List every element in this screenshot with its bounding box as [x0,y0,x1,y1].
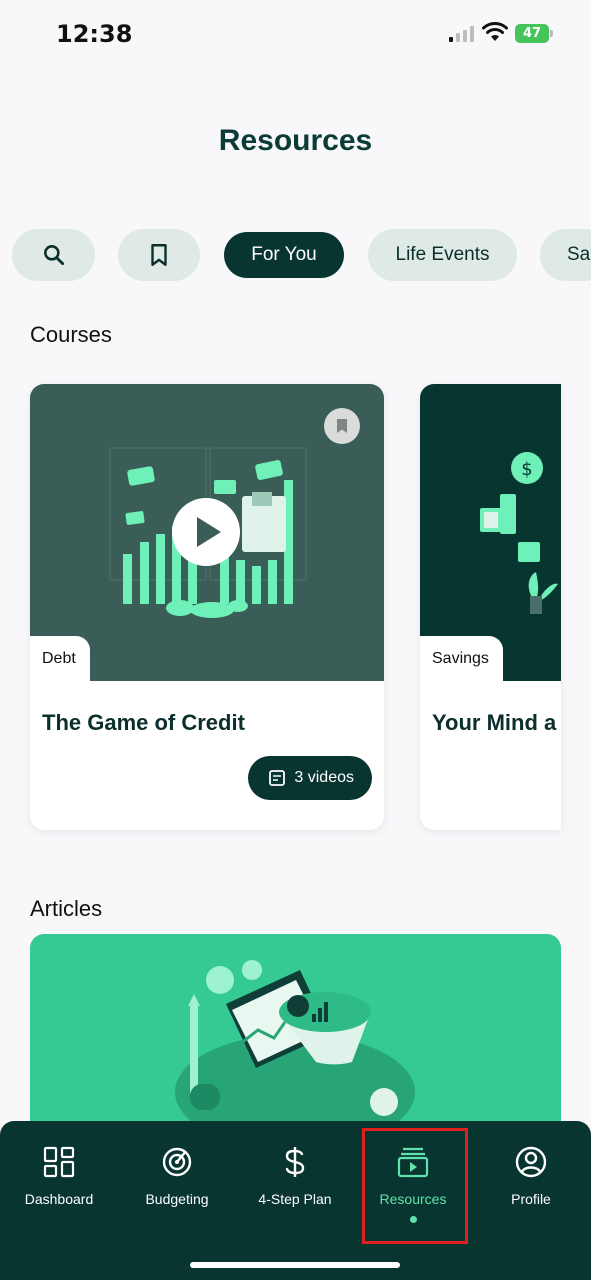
budgeting-icon [162,1147,192,1177]
course-tag: Savings [420,636,503,682]
article-illustration [175,960,415,1134]
course-title: The Game of Credit [42,710,245,735]
nav-label: 4-Step Plan [258,1191,332,1207]
bottom-navigation: Dashboard Budgeting 4-Step Plan Resource… [0,1121,591,1280]
bookmark-icon [151,244,167,266]
chip-savings[interactable]: Sa [540,229,591,281]
video-count-label: 3 videos [294,769,354,786]
chip-for-you[interactable]: For You [224,232,344,278]
document-icon [269,770,286,786]
search-icon [43,245,64,266]
nav-profile[interactable]: Profile [472,1121,590,1241]
status-time: 12:38 [56,20,133,48]
battery-level: 47 [515,24,549,43]
battery-icon: 47 [515,24,553,43]
dollar-icon [285,1147,305,1177]
cellular-signal-icon [449,26,474,42]
courses-heading: Courses [30,322,112,347]
page-title: Resources [218,124,373,157]
course-card[interactable]: Debt The Game of Credit 3 videos [30,384,384,830]
svg-text:$: $ [521,459,532,480]
nav-label: Budgeting [145,1191,209,1207]
articles-heading: Articles [30,896,103,921]
course-card[interactable]: $ Savings Your Mind a [420,384,561,830]
search-button[interactable] [12,229,95,281]
course-tag: Debt [30,636,90,682]
nav-dashboard[interactable]: Dashboard [0,1121,118,1241]
nav-budgeting[interactable]: Budgeting [118,1121,236,1241]
course-title: Your Mind a [432,710,557,735]
saved-button[interactable] [118,229,200,281]
video-count-badge: 3 videos [248,756,372,800]
status-bar: 12:38 47 [0,0,591,70]
wifi-icon [482,22,508,41]
home-indicator [190,1262,400,1268]
profile-icon [515,1146,547,1178]
article-card[interactable] [30,934,561,1134]
nav-label: Profile [511,1191,551,1207]
chip-life-events[interactable]: Life Events [368,229,517,281]
resources-highlight [362,1128,468,1244]
dashboard-icon [43,1146,75,1178]
bookmark-button[interactable] [324,408,360,444]
nav-label: Dashboard [24,1191,94,1207]
nav-4-step-plan[interactable]: 4-Step Plan [236,1121,354,1241]
bookmark-icon [337,419,347,433]
